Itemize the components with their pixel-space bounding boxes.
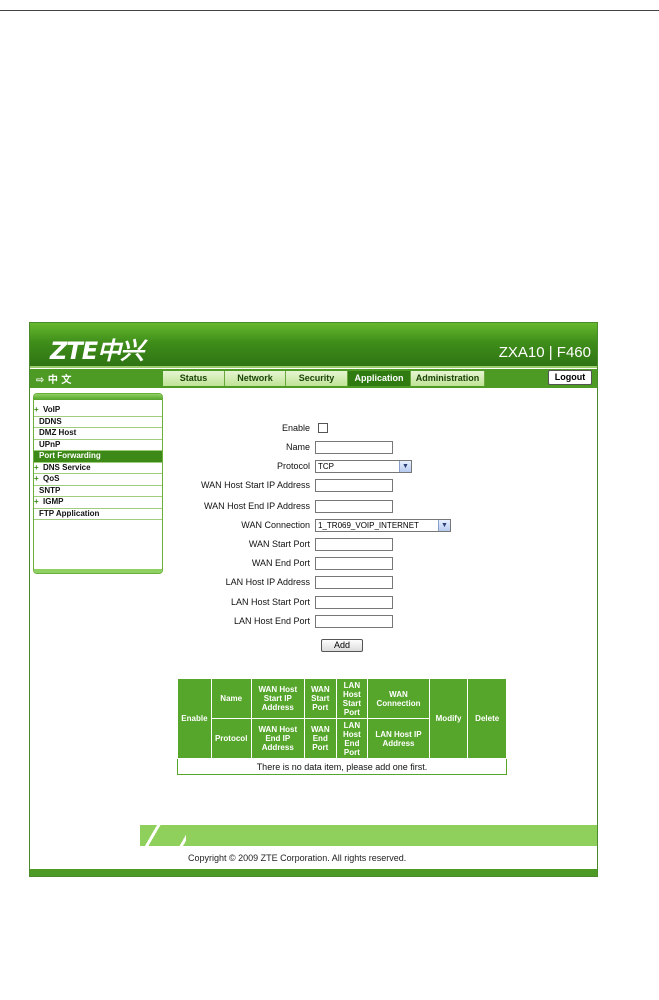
name-input[interactable] xyxy=(315,441,393,454)
bottom-bar xyxy=(30,869,597,876)
tab-network[interactable]: Network xyxy=(225,371,286,386)
zte-logo: ZTE中兴 xyxy=(50,337,144,365)
footer-stripes xyxy=(142,825,186,846)
port-forwarding-table: Enable Name WAN Host Start IP Address WA… xyxy=(177,678,507,775)
lan-end-port-input[interactable] xyxy=(315,615,393,628)
col-delete: Delete xyxy=(467,678,507,759)
form-row-lan-start-port: LAN Host Start Port xyxy=(30,596,597,610)
col-modify: Modify xyxy=(428,678,469,759)
col-wan-connection: WAN Connection xyxy=(367,678,430,719)
language-switch[interactable]: ⇨ 中 文 xyxy=(36,371,71,386)
lan-start-port-label: LAN Host Start Port xyxy=(230,597,310,607)
enable-label: Enable xyxy=(281,423,310,433)
table-empty-message: There is no data item, please add one fi… xyxy=(177,758,507,775)
wan-connection-select[interactable]: 1_TR069_VOIP_INTERNET ▼ xyxy=(315,519,451,532)
header-divider xyxy=(30,366,597,368)
lan-ip-label: LAN Host IP Address xyxy=(225,577,310,587)
sidebar-item-label: VoIP xyxy=(43,405,61,414)
col-wan-end-ip: WAN Host End IP Address xyxy=(250,718,305,759)
tab-administration[interactable]: Administration xyxy=(411,371,485,386)
wan-start-ip-label: WAN Host Start IP Address xyxy=(200,480,310,490)
copyright-text: Copyright © 2009 ZTE Corporation. All ri… xyxy=(188,853,407,863)
form-row-lan-ip: LAN Host IP Address xyxy=(30,576,597,590)
form-row-lan-end-port: LAN Host End Port xyxy=(30,615,597,629)
wan-end-ip-label: WAN Host End IP Address xyxy=(203,501,310,511)
form-row-wan-end-ip: WAN Host End IP Address xyxy=(30,500,597,514)
col-lan-start-port: LAN Host Start Port xyxy=(335,678,369,719)
form-row-protocol: Protocol TCP ▼ xyxy=(30,460,597,474)
protocol-value: TCP xyxy=(318,462,334,471)
tab-application[interactable]: Application xyxy=(348,371,411,386)
form-row-wan-end-port: WAN End Port xyxy=(30,557,597,571)
form-row-wan-start-ip: WAN Host Start IP Address xyxy=(30,479,597,493)
wan-start-port-input[interactable] xyxy=(315,538,393,551)
chevron-down-icon: ▼ xyxy=(399,461,411,472)
col-protocol: Protocol xyxy=(210,718,252,759)
wan-connection-label: WAN Connection xyxy=(241,520,310,530)
col-enable: Enable xyxy=(177,678,212,759)
col-lan-ip: LAN Host IP Address xyxy=(367,718,430,759)
wan-connection-value: 1_TR069_VOIP_INTERNET xyxy=(318,521,419,530)
form-row-name: Name xyxy=(30,441,597,455)
logout-button[interactable]: Logout xyxy=(548,370,592,385)
wan-end-ip-input[interactable] xyxy=(315,500,393,513)
wan-end-port-label: WAN End Port xyxy=(251,558,310,568)
form-row-wan-start-port: WAN Start Port xyxy=(30,538,597,552)
plus-icon: + xyxy=(34,405,39,414)
col-lan-end-port: LAN Host End Port xyxy=(335,718,369,759)
form-row-enable: Enable xyxy=(30,422,597,436)
device-model: ZXA10 | F460 xyxy=(498,344,591,361)
tab-security[interactable]: Security xyxy=(286,371,348,386)
name-label: Name xyxy=(285,442,310,452)
wan-start-ip-input[interactable] xyxy=(315,479,393,492)
protocol-select[interactable]: TCP ▼ xyxy=(315,460,412,473)
enable-checkbox[interactable] xyxy=(318,423,328,433)
nav-bar: ⇨ 中 文 Status Network Security Applicatio… xyxy=(30,369,597,388)
add-button[interactable]: Add xyxy=(321,639,363,652)
lan-end-port-label: LAN Host End Port xyxy=(233,616,310,626)
sidebar-item-voip[interactable]: + VoIP xyxy=(34,405,162,417)
tab-status[interactable]: Status xyxy=(163,371,225,386)
header-banner: ZTE中兴 ZXA10 | F460 xyxy=(30,323,597,366)
form-row-wan-connection: WAN Connection 1_TR069_VOIP_INTERNET ▼ xyxy=(30,519,597,533)
wan-start-port-label: WAN Start Port xyxy=(248,539,310,549)
lan-ip-input[interactable] xyxy=(315,576,393,589)
col-wan-start-ip: WAN Host Start IP Address xyxy=(250,678,305,719)
chevron-down-icon: ▼ xyxy=(438,520,450,531)
lan-start-port-input[interactable] xyxy=(315,596,393,609)
protocol-label: Protocol xyxy=(276,461,310,471)
col-name: Name xyxy=(210,678,252,719)
router-admin-window: ZTE中兴 ZXA10 | F460 ⇨ 中 文 Status Network … xyxy=(29,322,598,877)
col-wan-start-port: WAN Start Port xyxy=(303,678,337,719)
footer-bar xyxy=(140,825,597,846)
page-top-rule xyxy=(0,10,659,11)
wan-end-port-input[interactable] xyxy=(315,557,393,570)
col-wan-end-port: WAN End Port xyxy=(303,718,337,759)
